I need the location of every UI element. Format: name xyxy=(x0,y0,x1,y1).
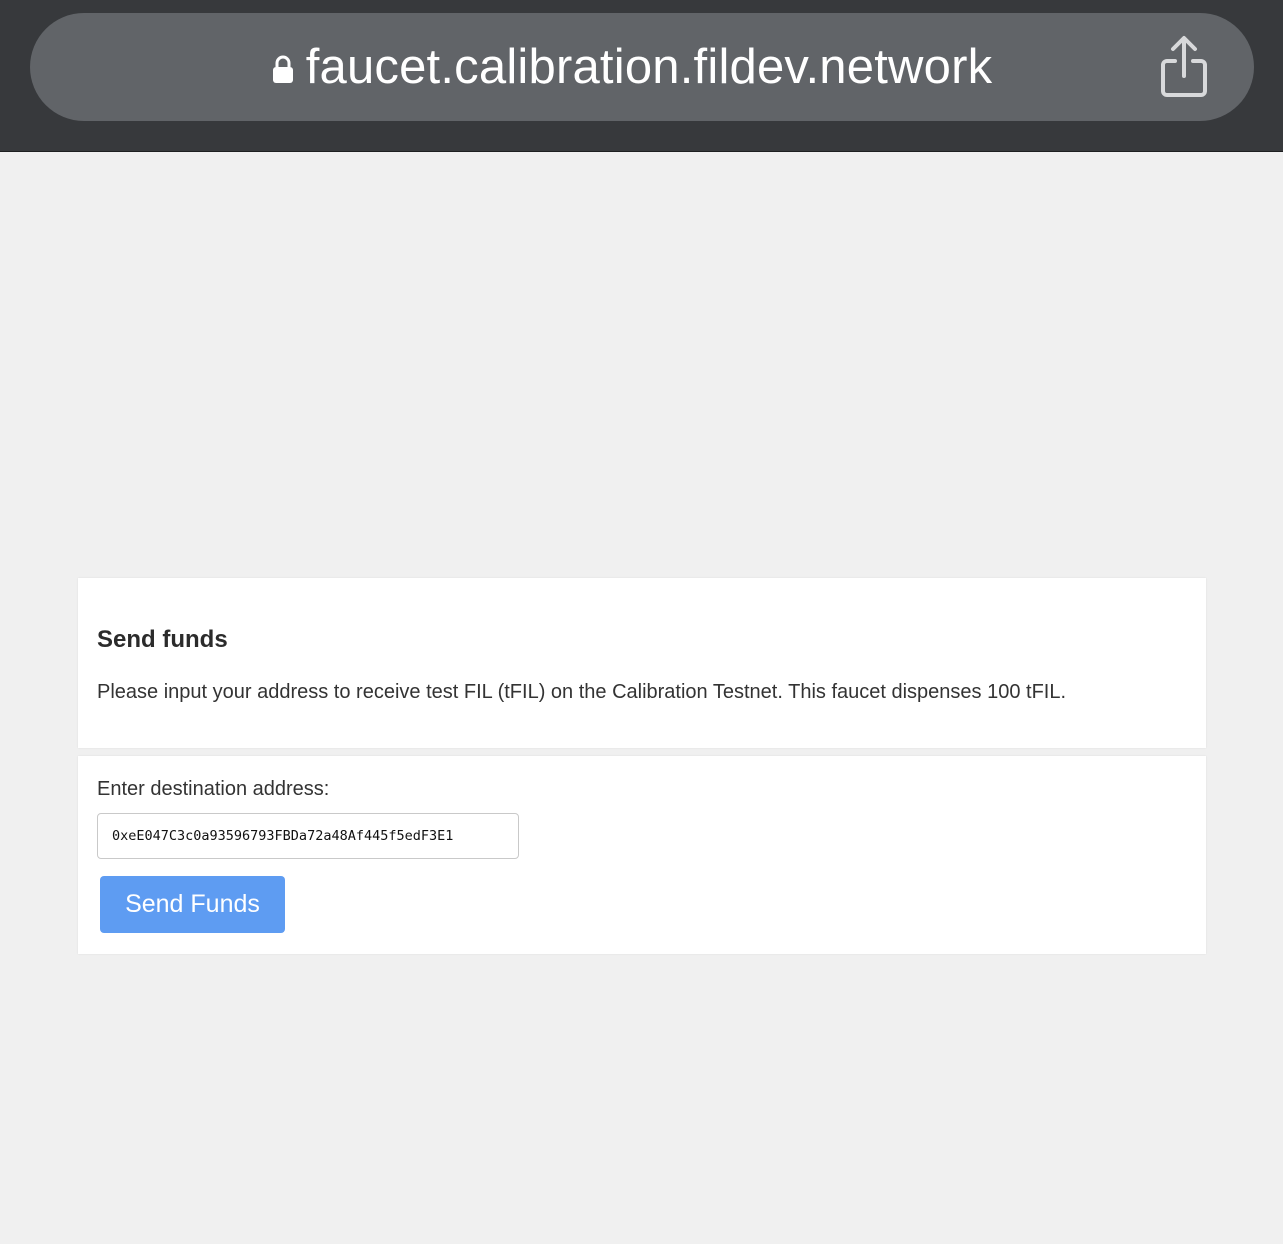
send-funds-button[interactable]: Send Funds xyxy=(100,876,285,933)
address-bar-content: faucet.calibration.fildev.network xyxy=(30,13,1254,121)
destination-address-label: Enter destination address: xyxy=(97,778,330,800)
send-funds-form-card: Enter destination address: Send Funds xyxy=(78,756,1206,954)
url-text[interactable]: faucet.calibration.fildev.network xyxy=(306,39,993,95)
send-funds-info-card: Send funds Please input your address to … xyxy=(78,578,1206,748)
destination-address-input[interactable] xyxy=(97,813,519,859)
card-description: Please input your address to receive tes… xyxy=(97,681,1067,703)
address-bar[interactable]: faucet.calibration.fildev.network xyxy=(30,13,1254,121)
lock-icon xyxy=(272,54,294,84)
share-icon[interactable] xyxy=(1158,35,1210,99)
card-title: Send funds xyxy=(97,626,228,653)
browser-toolbar: faucet.calibration.fildev.network xyxy=(0,0,1283,152)
